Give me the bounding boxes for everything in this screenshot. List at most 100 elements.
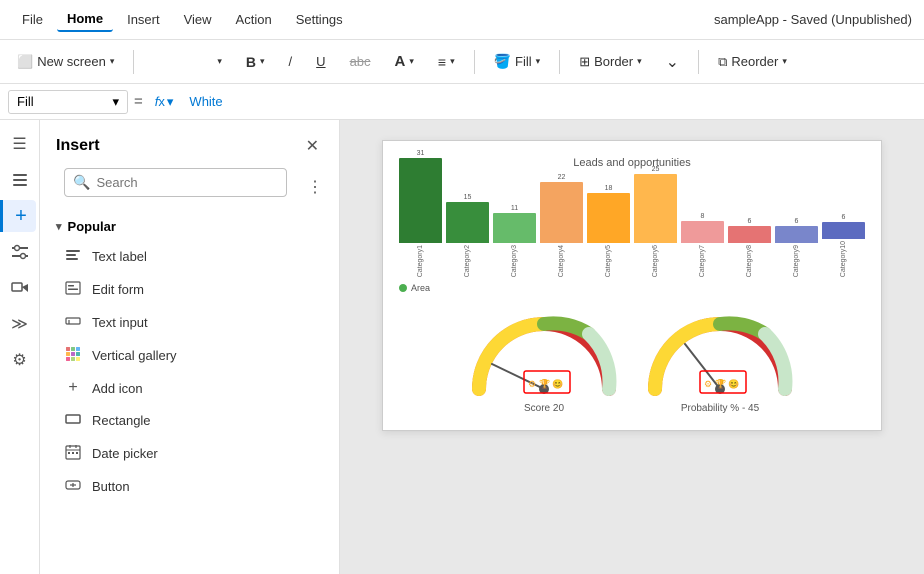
fill-bucket-icon: 🪣 bbox=[494, 53, 511, 70]
property-label: Fill bbox=[17, 94, 34, 109]
svg-text:😊: 😊 bbox=[552, 379, 563, 389]
insert-item-date-picker[interactable]: Date picker bbox=[40, 437, 339, 470]
chart-legend: Area bbox=[399, 283, 865, 293]
bar-value: 6 bbox=[748, 218, 752, 225]
bar bbox=[399, 158, 442, 243]
property-select[interactable]: Fill ▾ bbox=[8, 90, 128, 114]
bar-group: 15Category2 bbox=[446, 194, 489, 277]
font-color-button[interactable]: A ▾ bbox=[386, 48, 423, 75]
font-dropdown[interactable]: ▾ bbox=[144, 51, 231, 72]
insert-list: ▾ Popular Text label Edit form bbox=[40, 213, 339, 574]
bar-value: 6 bbox=[842, 214, 846, 221]
fx-icon: fx bbox=[155, 94, 165, 109]
svg-text:⚙: ⚙ bbox=[528, 379, 536, 389]
toolbar: ⬜ New screen ▾ ▾ B ▾ / U abc A ▾ ≡ ▾ 🪣 F… bbox=[0, 40, 924, 84]
bar-value: 18 bbox=[605, 185, 613, 192]
menu-action[interactable]: Action bbox=[226, 8, 282, 31]
sidebar-icon-add[interactable]: + bbox=[0, 200, 36, 232]
insert-item-vertical-gallery[interactable]: Vertical gallery bbox=[40, 339, 339, 372]
menu-file[interactable]: File bbox=[12, 8, 53, 31]
bar bbox=[493, 213, 536, 243]
menu-view[interactable]: View bbox=[174, 8, 222, 31]
svg-text:⚙: ⚙ bbox=[704, 379, 712, 389]
strikethrough-button[interactable]: abc bbox=[341, 49, 380, 74]
bar-label: Category6 bbox=[652, 245, 659, 277]
search-icon: 🔍 bbox=[73, 174, 90, 191]
svg-text:🏆: 🏆 bbox=[715, 378, 726, 389]
insert-title: Insert bbox=[56, 137, 100, 155]
more-button[interactable]: ⋮ bbox=[303, 173, 327, 201]
insert-item-button[interactable]: Button bbox=[40, 470, 339, 503]
border-button[interactable]: ⊞ Border ▾ bbox=[570, 49, 650, 75]
sidebar-icon-controls[interactable] bbox=[4, 236, 36, 268]
sidebar-icon-settings[interactable]: ⚙ bbox=[4, 344, 36, 376]
menu-settings[interactable]: Settings bbox=[286, 8, 353, 31]
bar bbox=[681, 221, 724, 243]
reorder-button[interactable]: ⧉ Reorder ▾ bbox=[709, 49, 796, 75]
bar-value: 8 bbox=[701, 213, 705, 220]
formula-bar: Fill ▾ = fx ▾ bbox=[0, 84, 924, 120]
search-row: 🔍 ⋮ bbox=[52, 168, 327, 205]
bar bbox=[775, 226, 818, 242]
new-screen-button[interactable]: ⬜ New screen ▾ bbox=[8, 49, 123, 75]
main-area: ☰ + ≫ ⚙ Insert bbox=[0, 120, 924, 574]
bar-group: 11Category3 bbox=[493, 205, 536, 277]
bar-group: 22Category4 bbox=[540, 174, 583, 277]
insert-item-text-label[interactable]: Text label bbox=[40, 240, 339, 273]
rectangle-name: Rectangle bbox=[92, 413, 151, 428]
bar-value: 31 bbox=[417, 150, 425, 157]
equals-sign: = bbox=[134, 93, 143, 110]
chevron-down-icon-8: ▾ bbox=[782, 56, 787, 67]
down-button[interactable]: ⌄ bbox=[657, 47, 688, 77]
insert-item-add-icon[interactable]: + Add icon bbox=[40, 372, 339, 404]
bar-group: 18Category5 bbox=[587, 185, 630, 277]
insert-item-text-input[interactable]: Text input bbox=[40, 306, 339, 339]
legend-dot bbox=[399, 284, 407, 292]
italic-button[interactable]: / bbox=[280, 49, 302, 74]
bar-value: 11 bbox=[511, 205, 518, 212]
bar-value: 22 bbox=[558, 174, 566, 181]
align-button[interactable]: ≡ ▾ bbox=[429, 49, 464, 75]
menu-home[interactable]: Home bbox=[57, 7, 113, 32]
bold-label: B bbox=[246, 54, 256, 70]
text-input-icon bbox=[64, 313, 82, 332]
close-button[interactable]: ✕ bbox=[302, 132, 323, 160]
gauge-1-label: Score 20 bbox=[524, 403, 564, 414]
formula-input[interactable] bbox=[185, 90, 916, 113]
layers-icon bbox=[11, 171, 29, 189]
chevron-down-icon-fx: ▾ bbox=[167, 94, 174, 110]
fill-button[interactable]: 🪣 Fill ▾ bbox=[485, 48, 550, 75]
border-label: Border bbox=[594, 54, 633, 69]
separator-1 bbox=[133, 50, 134, 74]
bar-group: 25Category6 bbox=[634, 166, 677, 277]
menu-insert[interactable]: Insert bbox=[117, 8, 170, 31]
underline-button[interactable]: U bbox=[307, 49, 334, 74]
sidebar-icon-media[interactable] bbox=[4, 272, 36, 304]
edit-form-name: Edit form bbox=[92, 282, 144, 297]
popular-section-header[interactable]: ▾ Popular bbox=[40, 213, 339, 240]
edit-form-icon bbox=[64, 280, 82, 299]
bar-label: Category7 bbox=[699, 245, 706, 277]
bar-label: Category9 bbox=[793, 245, 800, 277]
new-screen-label: New screen bbox=[37, 54, 106, 69]
sidebar-icon-menu[interactable]: ☰ bbox=[4, 128, 36, 160]
bar-chart: 31Category115Category211Category322Categ… bbox=[399, 177, 865, 277]
sidebar-icon-connectors[interactable]: ≫ bbox=[4, 308, 36, 340]
sidebar-icon-layers[interactable] bbox=[4, 164, 36, 196]
border-icon: ⊞ bbox=[579, 54, 590, 70]
bold-button[interactable]: B ▾ bbox=[237, 49, 274, 75]
bar-value: 15 bbox=[464, 194, 472, 201]
date-picker-name: Date picker bbox=[92, 446, 158, 461]
chart-title: Leads and opportunities bbox=[399, 157, 865, 169]
font-icon: A bbox=[395, 53, 406, 70]
vertical-gallery-name: Vertical gallery bbox=[92, 348, 177, 363]
gauge-1-svg: ⚙ 🏆 😊 bbox=[464, 309, 624, 399]
bar bbox=[540, 182, 583, 242]
insert-item-edit-form[interactable]: Edit form bbox=[40, 273, 339, 306]
bar-label: Category1 bbox=[417, 245, 424, 277]
bar-label: Category10 bbox=[840, 241, 847, 277]
text-label-name: Text label bbox=[92, 249, 147, 264]
fx-button[interactable]: fx ▾ bbox=[149, 92, 180, 112]
search-input[interactable] bbox=[96, 175, 278, 190]
insert-item-rectangle[interactable]: Rectangle bbox=[40, 404, 339, 437]
